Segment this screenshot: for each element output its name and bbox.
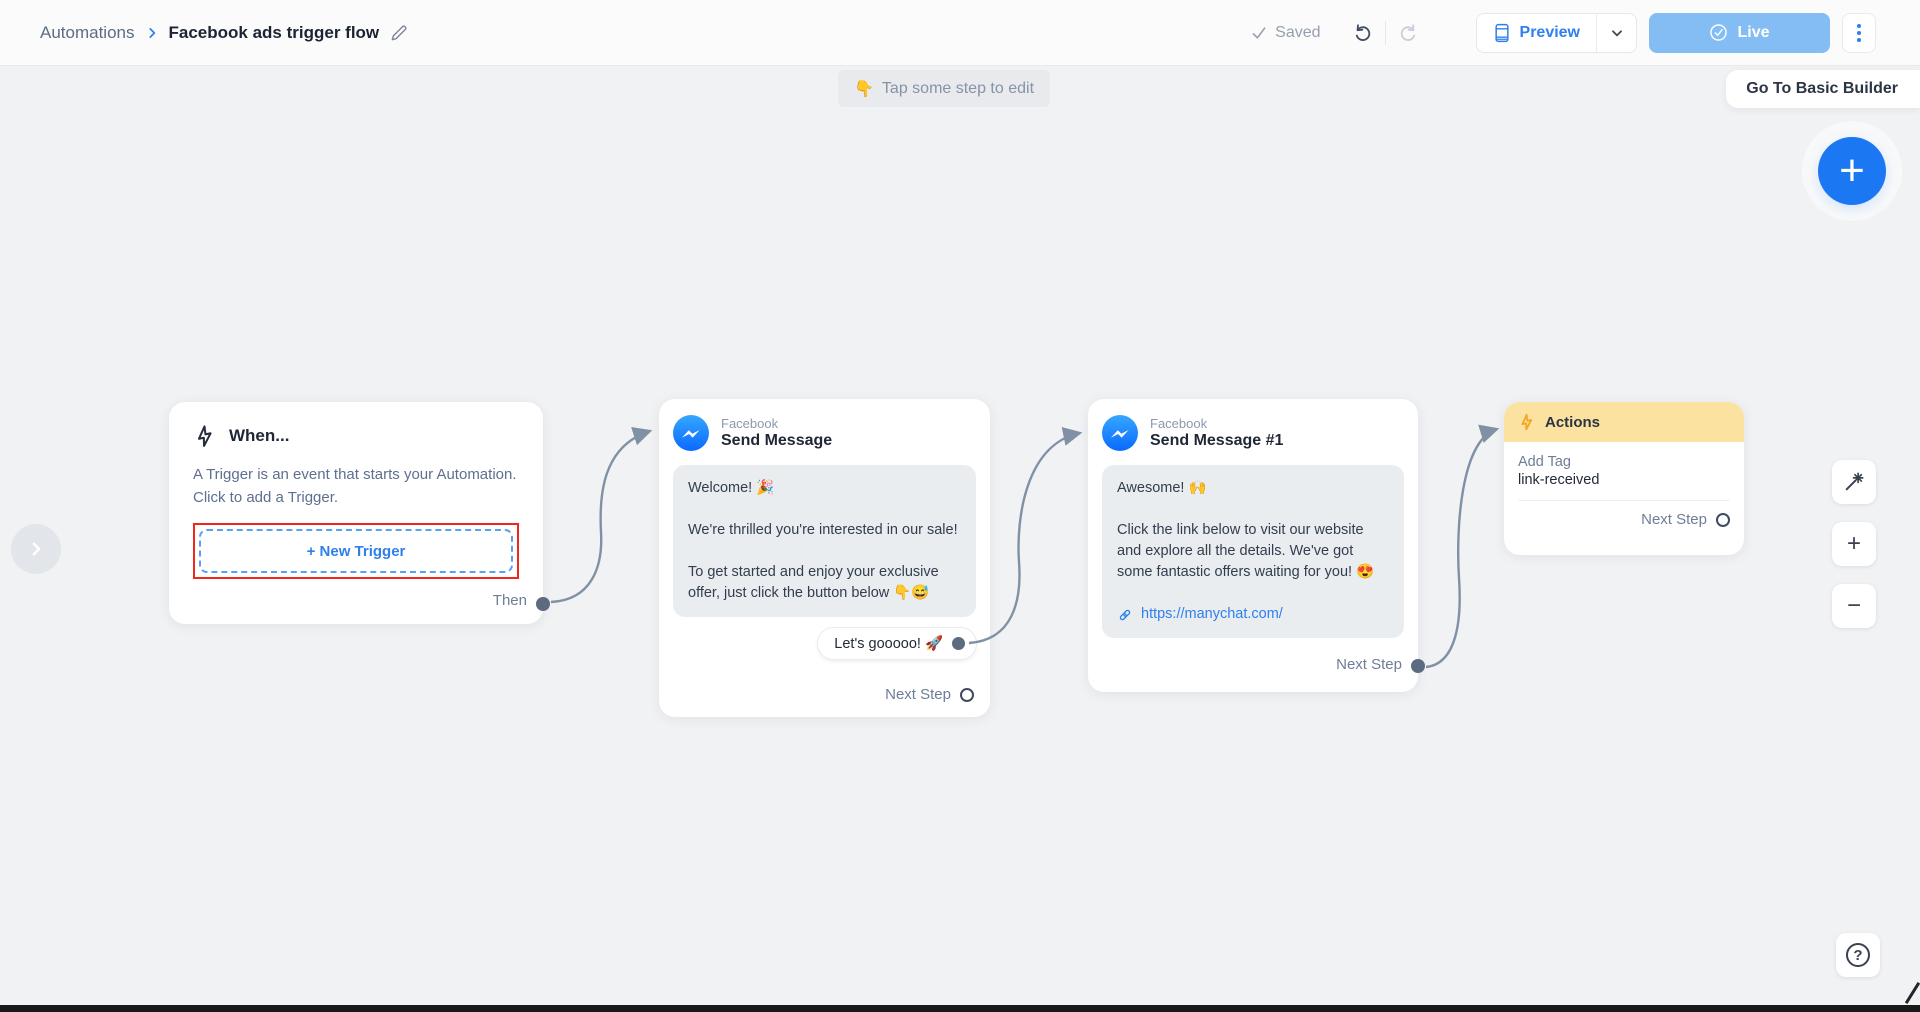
check-circle-icon: [1710, 24, 1728, 41]
next-step-output-port[interactable]: [960, 687, 974, 702]
undo-button[interactable]: [1351, 22, 1373, 44]
save-status-label: Saved: [1275, 23, 1321, 41]
preview-button[interactable]: Preview: [1477, 14, 1596, 52]
kebab-icon: [1857, 23, 1861, 42]
message-bubble: Awesome! 🙌 Click the link below to visit…: [1102, 465, 1404, 639]
help-button[interactable]: ?: [1836, 933, 1880, 977]
message-paragraph: To get started and enjoy your exclusive …: [688, 564, 939, 602]
message-paragraph: Welcome! 🎉: [688, 480, 775, 496]
magic-wand-icon: [1845, 472, 1864, 491]
actions-node-header: Actions: [1504, 402, 1744, 442]
link-icon: [1119, 609, 1131, 620]
auto-arrange-button[interactable]: [1832, 460, 1876, 504]
divider: [1384, 20, 1386, 45]
next-step-output-port[interactable]: [1411, 659, 1425, 673]
node-channel-label: Facebook: [1150, 416, 1208, 431]
rename-flow-button[interactable]: [389, 23, 409, 43]
connector-message2-to-actions: [1425, 424, 1500, 669]
action-tag-value: link-received: [1518, 472, 1600, 488]
next-step-label: Next Step: [1641, 511, 1707, 528]
send-message-node-1[interactable]: Facebook Send Message #1 Awesome! 🙌 Clic…: [1088, 399, 1425, 692]
screen-edge-bar: [0, 1005, 1920, 1012]
quick-reply-label: Let's gooooo! 🚀: [834, 636, 943, 653]
next-step-label: Next Step: [885, 686, 951, 703]
zoom-in-button[interactable]: +: [1832, 522, 1876, 566]
phone-icon: [1494, 23, 1509, 42]
save-status: Saved: [1251, 23, 1321, 42]
header-actions: Saved Preview Live: [1251, 12, 1876, 53]
chevron-right-icon: [32, 542, 41, 556]
breadcrumb-automations-link[interactable]: Automations: [40, 23, 135, 43]
preview-split-button: Preview: [1475, 12, 1637, 53]
trigger-description: A Trigger is an event that starts your A…: [193, 466, 517, 506]
page-title: Facebook ads trigger flow: [168, 22, 380, 42]
new-trigger-button[interactable]: + New Trigger: [199, 529, 513, 573]
lightning-icon: [197, 425, 212, 447]
trigger-node-title: When...: [229, 426, 290, 445]
message-paragraph: We're thrilled you're interested in our …: [688, 522, 958, 539]
quick-reply-output-port[interactable]: [952, 637, 965, 651]
canvas-zoom-toolbar: + −: [1832, 460, 1876, 628]
connector-then-to-message1: [550, 426, 653, 604]
add-node-button[interactable]: +: [1818, 137, 1886, 205]
quick-reply-button[interactable]: Let's gooooo! 🚀: [818, 628, 976, 660]
lightning-icon: [1521, 413, 1533, 431]
expand-sidebar-button[interactable]: [11, 524, 61, 574]
message-paragraph: Click the link below to visit our websit…: [1117, 522, 1375, 581]
redo-icon: [1400, 23, 1415, 41]
chevron-right-icon: [148, 27, 155, 38]
zoom-out-button[interactable]: −: [1832, 584, 1876, 628]
chevron-down-icon: [1611, 29, 1622, 36]
pencil-icon: [391, 24, 407, 40]
point-down-emoji-icon: 👇: [854, 80, 874, 98]
plus-icon: +: [1846, 530, 1861, 557]
tap-step-hint-label: Tap some step to edit: [881, 79, 1035, 97]
message-link[interactable]: https://manychat.com/: [1117, 604, 1389, 625]
node-title: Send Message #1: [1150, 432, 1284, 449]
live-button-label: Live: [1737, 23, 1770, 41]
question-mark-icon: ?: [1846, 943, 1870, 967]
live-toggle-button[interactable]: Live: [1649, 12, 1830, 53]
top-bar: Automations Facebook ads trigger flow Sa…: [0, 0, 1920, 66]
messenger-icon: [673, 415, 709, 451]
preview-button-label: Preview: [1519, 23, 1580, 41]
cursor-artifact: [1904, 982, 1920, 1004]
trigger-node[interactable]: When... A Trigger is an event that start…: [169, 402, 550, 624]
actions-node[interactable]: Actions Add Tag link-received Next Step: [1504, 402, 1744, 555]
tap-step-hint: 👇 Tap some step to edit: [838, 70, 1051, 107]
preview-dropdown-button[interactable]: [1596, 13, 1636, 52]
go-to-basic-builder-button[interactable]: Go To Basic Builder: [1726, 70, 1920, 108]
selection-highlight: + New Trigger: [193, 523, 519, 579]
send-message-node[interactable]: Facebook Send Message Welcome! 🎉 We're t…: [659, 399, 990, 717]
then-output-port[interactable]: [536, 597, 550, 611]
check-icon: [1252, 26, 1266, 39]
actions-node-title: Actions: [1545, 413, 1601, 431]
node-title: Send Message: [721, 432, 833, 449]
more-options-button[interactable]: [1842, 12, 1876, 53]
breadcrumb: Automations Facebook ads trigger flow: [40, 23, 409, 43]
next-step-output-port[interactable]: [1716, 512, 1730, 527]
then-label: Then: [492, 592, 527, 609]
minus-icon: −: [1846, 592, 1861, 619]
message-link-label: https://manychat.com/: [1141, 606, 1283, 623]
next-step-label: Next Step: [1336, 656, 1402, 673]
action-type-label: Add Tag: [1518, 454, 1571, 470]
redo-button[interactable]: [1398, 22, 1420, 44]
message-paragraph: Awesome! 🙌: [1117, 480, 1207, 496]
messenger-icon: [1102, 415, 1138, 451]
node-channel-label: Facebook: [721, 416, 779, 431]
undo-icon: [1355, 23, 1370, 41]
message-bubble: Welcome! 🎉 We're thrilled you're interes…: [673, 465, 976, 618]
